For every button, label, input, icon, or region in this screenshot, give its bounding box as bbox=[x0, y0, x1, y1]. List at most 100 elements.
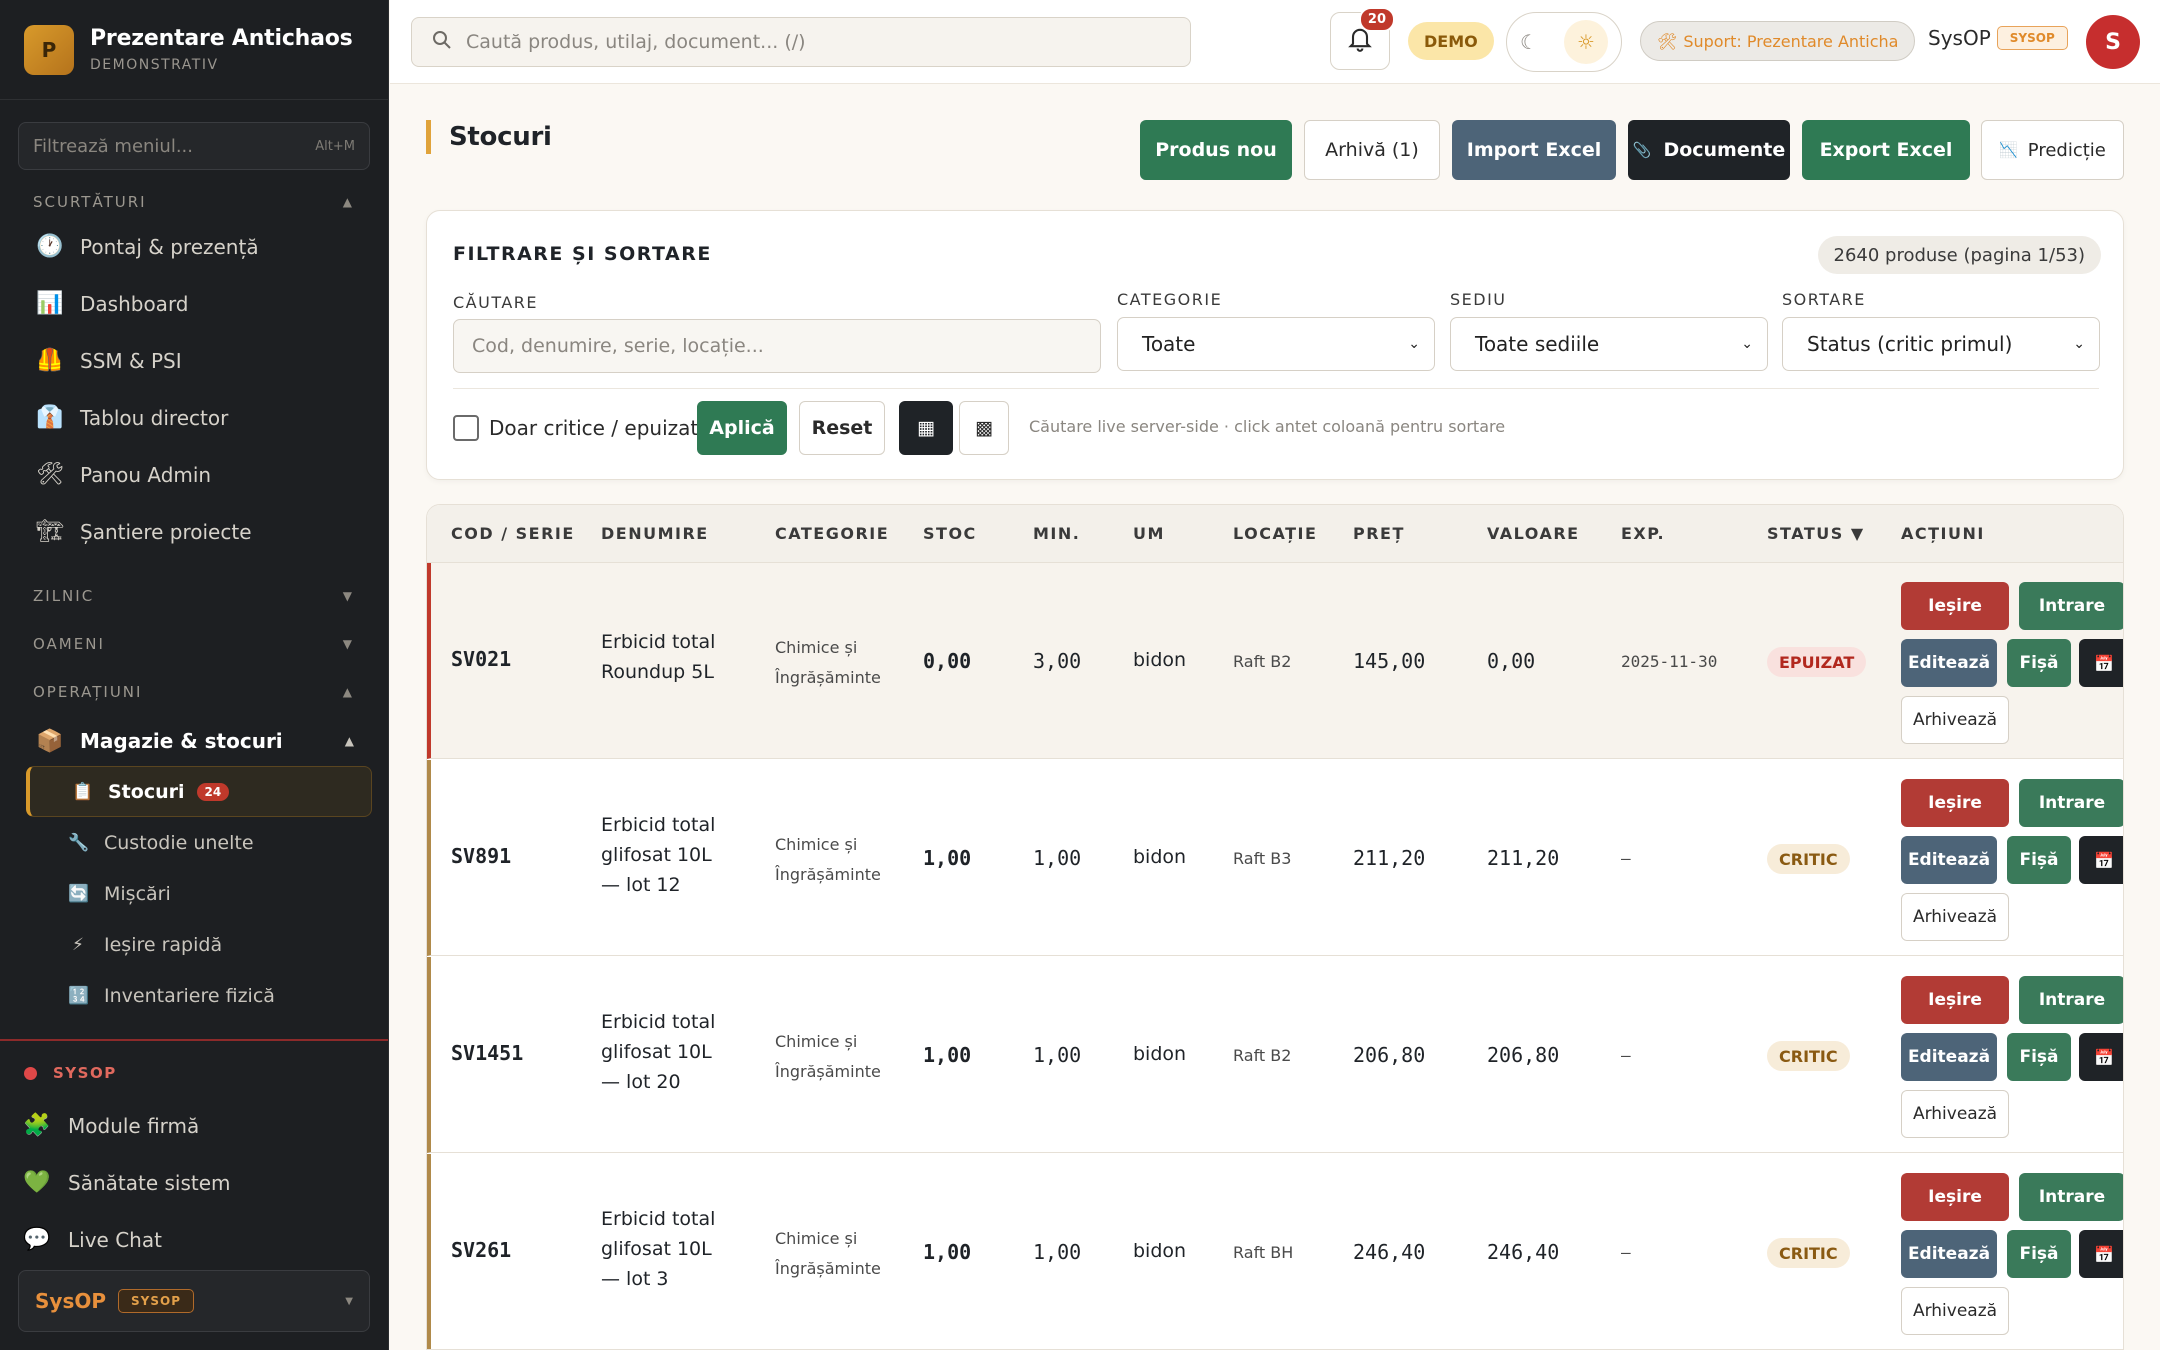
entry-button[interactable]: Intrare bbox=[2019, 779, 2123, 827]
chevron-down-icon: ⌄ bbox=[1408, 336, 1420, 352]
sidebar-item-icon: 🛠 bbox=[36, 462, 64, 487]
column-header[interactable]: STOC bbox=[923, 524, 977, 543]
section-shortcuts-label: SCURTĂTURI bbox=[33, 193, 147, 211]
section-shortcuts[interactable]: SCURTĂTURI ▲ bbox=[0, 186, 388, 218]
sidebar-item-shortcut[interactable]: 🛠 Panou Admin bbox=[0, 446, 388, 503]
archive-row-button[interactable]: Arhivează bbox=[1901, 1090, 2009, 1138]
exit-button[interactable]: Ieșire bbox=[1901, 582, 2009, 630]
export-excel-button[interactable]: Export Excel bbox=[1802, 120, 1970, 180]
sidebar-group-magazie[interactable]: 📦 Magazie & stocuri ▲ bbox=[0, 716, 388, 766]
import-excel-button[interactable]: Import Excel bbox=[1452, 120, 1616, 180]
sidebar-subitem-icon: 🔢 bbox=[68, 985, 90, 1006]
archive-button[interactable]: Arhivă (1) bbox=[1304, 120, 1440, 180]
sidebar-item-sysop[interactable]: 🧩 Module firmă bbox=[0, 1097, 388, 1154]
sidebar-item-shortcut[interactable]: 👔 Tablou director bbox=[0, 389, 388, 446]
sidebar-item-label: Sănătate sistem bbox=[68, 1170, 231, 1195]
section-daily[interactable]: ZILNIC ▼ bbox=[0, 572, 388, 620]
critical-only-checkbox[interactable]: Doar critice / epuizate bbox=[453, 415, 711, 441]
section-operations[interactable]: OPERAȚIUNI ▲ bbox=[0, 668, 388, 716]
stock-table: COD / SERIE DENUMIRE CATEGORIE STOC MIN. UM LO… bbox=[426, 504, 2124, 1350]
exit-button[interactable]: Ieșire bbox=[1901, 779, 2009, 827]
sidebar-item-shortcut[interactable]: 📊 Dashboard bbox=[0, 275, 388, 332]
sidebar-item-sysop[interactable]: 💬 Live Chat bbox=[0, 1211, 388, 1268]
new-product-button[interactable]: Produs nou bbox=[1140, 120, 1292, 180]
theme-toggle[interactable]: ☾ ☼ bbox=[1506, 12, 1622, 72]
sidebar-item-stocuri[interactable]: 📋 Stocuri 24 bbox=[26, 766, 372, 817]
avatar[interactable]: S bbox=[2086, 15, 2140, 69]
sidebar-item-shortcut[interactable]: 🏗 Șantiere proiecte bbox=[0, 503, 388, 560]
sheet-button[interactable]: Fișă bbox=[2007, 639, 2071, 687]
sidebar-group-label: Magazie & stocuri bbox=[80, 729, 283, 753]
support-button[interactable]: 🛠 Suport: Prezentare Anticha bbox=[1640, 21, 1916, 61]
column-header[interactable]: COD / SERIE bbox=[451, 524, 575, 543]
prediction-label: Predicție bbox=[2027, 139, 2106, 161]
column-header[interactable]: UM bbox=[1133, 524, 1165, 543]
filter-search-input[interactable]: Cod, denumire, serie, locație... bbox=[453, 319, 1101, 373]
sidebar-subitem[interactable]: 🔄 Mișcări bbox=[0, 868, 388, 919]
calendar-icon[interactable]: 📅 bbox=[2079, 1230, 2123, 1278]
sidebar-subitem[interactable]: ⚡ Ieșire rapidă bbox=[0, 919, 388, 970]
edit-button[interactable]: Editează bbox=[1901, 1033, 1997, 1081]
calendar-icon[interactable]: 📅 bbox=[2079, 1033, 2123, 1081]
sheet-button[interactable]: Fișă bbox=[2007, 1033, 2071, 1081]
column-header[interactable]: EXP. bbox=[1621, 524, 1665, 543]
column-header[interactable]: VALOARE bbox=[1487, 524, 1580, 543]
exit-button[interactable]: Ieșire bbox=[1901, 1173, 2009, 1221]
edit-button[interactable]: Editează bbox=[1901, 1230, 1997, 1278]
exit-button[interactable]: Ieșire bbox=[1901, 976, 2009, 1024]
notifications-button[interactable]: 20 bbox=[1330, 7, 1395, 70]
category-select[interactable]: Toate ⌄ bbox=[1117, 317, 1435, 371]
section-people[interactable]: OAMENI ▼ bbox=[0, 620, 388, 668]
documents-button[interactable]: 📎 Documente bbox=[1628, 120, 1790, 180]
sidebar-subitem[interactable]: 🔢 Inventariere fizică bbox=[0, 970, 388, 1021]
sysop-section: SYSOP bbox=[0, 1041, 388, 1105]
product-category: Îngrășăminte bbox=[775, 1259, 881, 1278]
unit: bidon bbox=[1133, 1043, 1187, 1065]
sort-select[interactable]: Status (critic primul) ⌄ bbox=[1782, 317, 2100, 371]
archive-row-button[interactable]: Arhivează bbox=[1901, 696, 2009, 744]
column-header[interactable]: PREȚ bbox=[1353, 524, 1405, 543]
prediction-button[interactable]: 📉 Predicție bbox=[1981, 120, 2124, 180]
column-header[interactable]: STATUS ▼ bbox=[1767, 524, 1865, 543]
column-header[interactable]: CATEGORIE bbox=[775, 524, 889, 543]
calendar-icon[interactable]: 📅 bbox=[2079, 639, 2123, 687]
brand[interactable]: P Prezentare Antichaos DEMONSTRATIV bbox=[0, 0, 388, 100]
sidebar-subitem[interactable]: 🔧 Custodie unelte bbox=[0, 817, 388, 868]
sidebar-item-sysop[interactable]: 💚 Sănătate sistem bbox=[0, 1154, 388, 1211]
global-search-input[interactable]: Caută produs, utilaj, document... (/) bbox=[411, 17, 1191, 67]
checkbox-box[interactable] bbox=[453, 415, 479, 441]
site-select[interactable]: Toate sediile ⌄ bbox=[1450, 317, 1768, 371]
sidebar-user-menu[interactable]: SysOP SYSOP ▼ bbox=[18, 1270, 370, 1332]
filter-divider bbox=[453, 388, 2099, 389]
column-header[interactable]: MIN. bbox=[1033, 524, 1080, 543]
table-header: COD / SERIE DENUMIRE CATEGORIE STOC MIN. UM LO… bbox=[427, 505, 2123, 563]
sort-label: SORTARE bbox=[1782, 290, 1866, 309]
entry-button[interactable]: Intrare bbox=[2019, 976, 2123, 1024]
apply-button[interactable]: Aplică bbox=[697, 401, 787, 455]
table-view-toggle[interactable]: ▦ bbox=[899, 401, 953, 455]
edit-button[interactable]: Editează bbox=[1901, 836, 1997, 884]
archive-row-button[interactable]: Arhivează bbox=[1901, 1287, 2009, 1335]
menu-filter-input[interactable]: Filtrează meniul... Alt+M bbox=[18, 122, 370, 170]
entry-button[interactable]: Intrare bbox=[2019, 582, 2123, 630]
column-header[interactable]: DENUMIRE bbox=[601, 524, 709, 543]
sheet-button[interactable]: Fișă bbox=[2007, 1230, 2071, 1278]
edit-button[interactable]: Editează bbox=[1901, 639, 1997, 687]
top-user[interactable]: SysOP SYSOP bbox=[1928, 26, 2068, 50]
reset-button[interactable]: Reset bbox=[799, 401, 885, 455]
sidebar-item-label: Module firmă bbox=[68, 1113, 200, 1138]
sun-icon[interactable]: ☼ bbox=[1563, 20, 1608, 64]
sheet-button[interactable]: Fișă bbox=[2007, 836, 2071, 884]
sidebar-item-shortcut[interactable]: 🕐 Pontaj & prezență bbox=[0, 218, 388, 275]
moon-icon[interactable]: ☾ bbox=[1520, 30, 1538, 54]
entry-button[interactable]: Intrare bbox=[2019, 1173, 2123, 1221]
product-code: SV021 bbox=[451, 647, 512, 671]
grid-view-toggle[interactable]: ▩ bbox=[959, 401, 1009, 455]
column-header[interactable]: LOCAȚIE bbox=[1233, 524, 1317, 543]
price: 211,20 bbox=[1353, 846, 1426, 870]
calendar-icon[interactable]: 📅 bbox=[2079, 836, 2123, 884]
sidebar-item-shortcut[interactable]: 🦺 SSM & PSI bbox=[0, 332, 388, 389]
archive-row-button[interactable]: Arhivează bbox=[1901, 893, 2009, 941]
min-qty: 1,00 bbox=[1033, 1240, 1082, 1264]
product-code: SV261 bbox=[451, 1238, 512, 1262]
